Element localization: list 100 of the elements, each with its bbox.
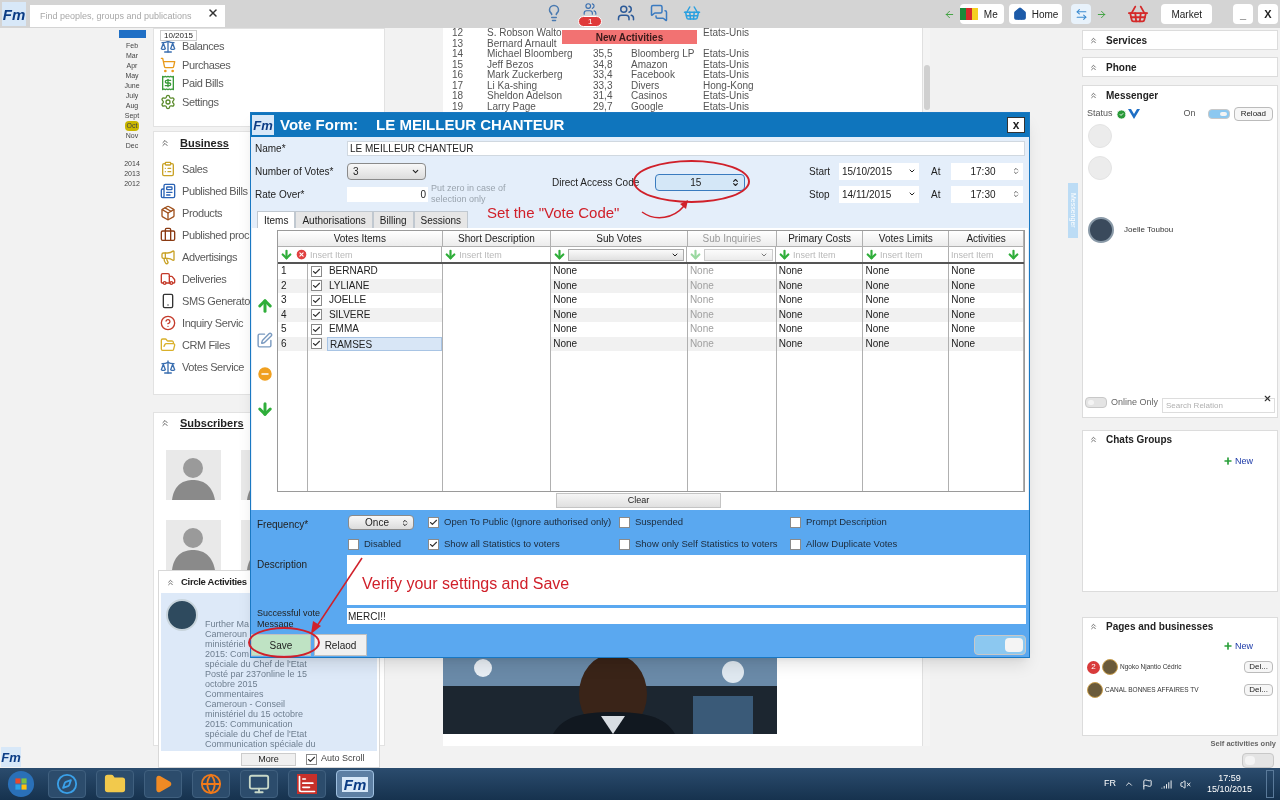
edit-icon[interactable] <box>256 332 273 349</box>
collapse-icon[interactable] <box>1089 435 1098 445</box>
date-picker[interactable]: 14/11/2015 <box>839 185 919 203</box>
item-name[interactable]: JOELLE <box>326 293 442 308</box>
checkbox[interactable] <box>348 538 359 550</box>
menu-item[interactable]: Purchases <box>182 56 231 73</box>
contact-name[interactable]: Joelle Toubou <box>1124 224 1174 236</box>
market-button[interactable]: Market <box>1161 4 1212 24</box>
collapse-icon[interactable] <box>1089 62 1098 72</box>
column-header[interactable]: Activities <box>949 231 1024 247</box>
menu-item[interactable]: Published proc <box>182 226 250 244</box>
taskbar-app[interactable]: Fm <box>336 770 374 798</box>
collapse-icon[interactable] <box>166 577 175 587</box>
checkbox[interactable] <box>619 517 630 528</box>
column-header[interactable]: Primary Costs <box>776 231 864 247</box>
column-header[interactable]: Sub Votes <box>551 231 688 247</box>
insert-field[interactable]: Insert Item <box>793 247 860 262</box>
flag-icon[interactable] <box>1141 778 1153 790</box>
collapse-icon[interactable] <box>160 418 170 428</box>
new-button[interactable]: New <box>1223 639 1253 654</box>
checkbox[interactable] <box>310 280 322 292</box>
sub-select[interactable] <box>568 248 685 261</box>
section-title[interactable]: Messenger <box>1106 87 1159 103</box>
column-header[interactable]: Votes Items <box>278 231 443 247</box>
checkbox[interactable] <box>310 323 322 335</box>
section-title[interactable]: Business <box>180 134 229 152</box>
section-title[interactable]: Circle Activities <box>181 574 247 590</box>
insert-field[interactable]: Insert Item <box>880 247 946 262</box>
toggle-switch[interactable] <box>974 635 1026 655</box>
menu-item[interactable]: CRM Files <box>182 336 230 354</box>
votes-select[interactable]: 3 <box>347 162 426 180</box>
section-title[interactable]: Services <box>1106 32 1148 48</box>
taskbar-app[interactable] <box>144 770 182 798</box>
people-icon[interactable] <box>617 4 636 22</box>
collapse-icon[interactable] <box>1089 622 1098 632</box>
item-name[interactable]: EMMA <box>326 322 442 337</box>
menu-item[interactable]: Balances <box>182 38 225 55</box>
add-arrow-icon[interactable] <box>444 248 458 261</box>
delete-button[interactable]: Del... <box>1244 684 1273 697</box>
clear-icon[interactable] <box>207 6 219 19</box>
close-button[interactable]: x <box>1007 117 1025 133</box>
checkbox[interactable] <box>310 265 322 277</box>
menu-item[interactable]: Votes Service <box>182 358 245 376</box>
item-name[interactable]: BERNARD <box>326 264 442 279</box>
scrollbar-thumb[interactable] <box>923 65 930 110</box>
collapse-icon[interactable] <box>1089 90 1098 100</box>
page-avatar[interactable] <box>1102 659 1118 676</box>
add-arrow-icon[interactable] <box>553 248 567 261</box>
menu-item[interactable]: Settings <box>182 93 219 110</box>
move-up-icon[interactable] <box>255 296 274 316</box>
checkbox[interactable] <box>310 294 322 306</box>
menu-item[interactable]: Products <box>182 204 223 222</box>
insert-field[interactable]: Insert Item <box>459 247 549 262</box>
signal-icon[interactable] <box>1160 778 1172 790</box>
tab[interactable]: Items <box>257 211 296 228</box>
save-button[interactable]: Save <box>251 634 311 656</box>
checkbox[interactable] <box>310 338 322 350</box>
section-title[interactable]: Phone <box>1106 59 1137 75</box>
checkbox[interactable] <box>428 517 439 528</box>
section-title[interactable]: Subscribers <box>180 414 244 432</box>
access-code-field[interactable]: 15 <box>655 174 746 191</box>
taskbar-app[interactable] <box>240 770 278 798</box>
contact-avatar[interactable] <box>1088 217 1114 243</box>
menu-item[interactable]: SMS Generato <box>182 292 250 310</box>
frequency-select[interactable]: Once <box>348 515 414 530</box>
collapse-icon[interactable] <box>160 138 170 148</box>
page-avatar[interactable] <box>1087 682 1103 699</box>
delete-button[interactable]: Del... <box>1244 661 1273 674</box>
basket-icon[interactable] <box>683 4 702 22</box>
checkbox[interactable] <box>428 538 439 550</box>
name-field[interactable]: LE MEILLEUR CHANTEUR <box>347 140 1025 156</box>
menu-item[interactable]: Sales <box>182 160 208 178</box>
tab[interactable]: Authorisations <box>295 211 373 228</box>
minimize-button[interactable]: _ <box>1233 4 1253 24</box>
show-desktop-button[interactable] <box>1266 770 1274 798</box>
add-arrow-icon[interactable] <box>778 248 791 261</box>
basket-icon[interactable] <box>1126 3 1151 25</box>
clear-button[interactable]: Clear <box>556 493 721 508</box>
menu-item[interactable]: Deliveries <box>182 270 227 288</box>
back-arrow-icon[interactable] <box>943 8 955 20</box>
add-arrow-icon[interactable] <box>1007 248 1020 261</box>
search-field[interactable]: Find peoples, groups and publications <box>30 4 225 27</box>
checkbox[interactable] <box>306 753 317 765</box>
column-header[interactable]: Short Description <box>442 231 552 247</box>
taskbar-app[interactable] <box>96 770 134 798</box>
rate-over-field[interactable]: 0 <box>347 186 428 202</box>
toggle-switch[interactable] <box>1085 397 1107 409</box>
menu-item[interactable]: Inquiry Servic <box>182 314 244 332</box>
forward-arrow-icon[interactable] <box>1096 8 1108 20</box>
sync-button[interactable] <box>1071 4 1092 24</box>
collapse-icon[interactable] <box>1089 35 1098 45</box>
menu-item[interactable]: Paid Bills <box>182 75 224 92</box>
section-title[interactable]: Chats Groups <box>1106 432 1173 448</box>
tab[interactable]: Sessions <box>413 211 469 228</box>
time-field[interactable]: 17:30 <box>951 162 1023 180</box>
reload-button[interactable]: Relaod <box>314 634 367 656</box>
new-activities-banner[interactable]: New Activities <box>562 30 697 44</box>
toggle-switch[interactable] <box>1242 753 1274 768</box>
checkbox[interactable] <box>310 309 322 321</box>
search-field[interactable]: Search Relation <box>1162 397 1275 413</box>
